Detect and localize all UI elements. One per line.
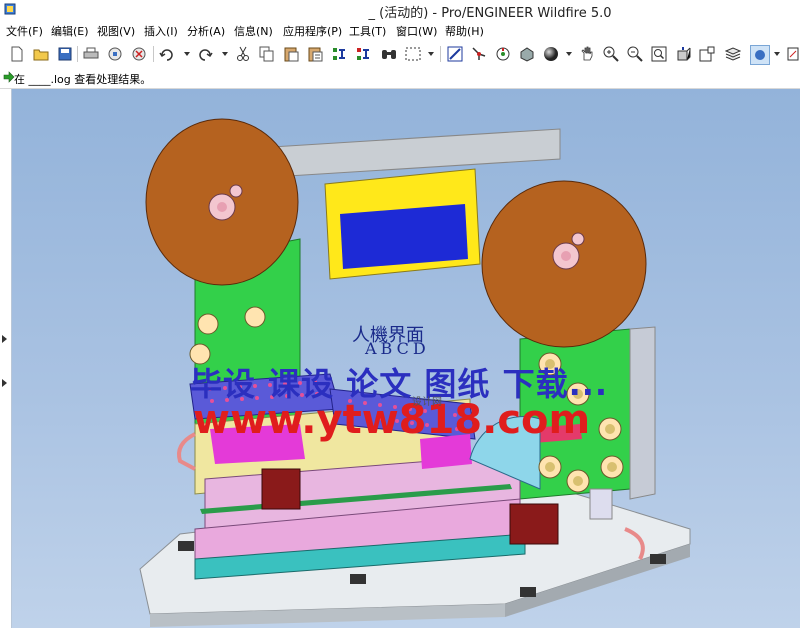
orientation-icon[interactable] (494, 45, 512, 63)
menu-bar: 文件(F) 编辑(E) 视图(V) 插入(I) 分析(A) 信息(N) 应用程序… (0, 20, 800, 40)
motor (509, 503, 559, 545)
copy-icon[interactable] (258, 45, 276, 63)
title-bar: _ (活动的) - Pro/ENGINEER Wildfire 5.0 (0, 0, 800, 21)
sketch-icon[interactable] (784, 45, 800, 63)
erase-icon[interactable] (130, 45, 148, 63)
foot (178, 541, 194, 551)
reorient-icon[interactable] (674, 45, 692, 63)
foot (350, 574, 366, 584)
display-style-icon[interactable] (750, 45, 770, 65)
watermark-url: www.ytw818.com (193, 397, 591, 443)
select-dropdown-icon[interactable] (428, 52, 434, 56)
save-icon[interactable] (56, 45, 74, 63)
toolbar (0, 40, 800, 69)
shading-dropdown-icon[interactable] (566, 52, 572, 56)
paste-icon[interactable] (282, 45, 300, 63)
left-reel (145, 118, 299, 286)
shading-icon[interactable] (542, 45, 560, 63)
zoom-in-icon[interactable] (602, 45, 620, 63)
menu-applications[interactable]: 应用程序(P) (283, 23, 342, 39)
menu-view[interactable]: 视图(V) (97, 23, 135, 39)
motor (261, 468, 301, 510)
graphics-viewport[interactable]: 人機界面 ABCD 毕设 课设 论文 图纸 下载... www.ytw818.c… (0, 89, 800, 628)
find-icon[interactable] (380, 45, 398, 63)
paste-special-icon[interactable] (306, 45, 324, 63)
open-icon[interactable] (32, 45, 50, 63)
menu-file[interactable]: 文件(F) (6, 23, 43, 39)
zoom-out-icon[interactable] (626, 45, 644, 63)
refit-icon[interactable] (650, 45, 668, 63)
bracket (589, 488, 613, 520)
repaint-icon[interactable] (446, 45, 464, 63)
message-area: 在 ____.log 查看处理结果。 (0, 68, 800, 89)
menu-tools[interactable]: 工具(T) (349, 23, 386, 39)
saved-views-icon[interactable] (518, 45, 536, 63)
toolbar-separator (77, 46, 78, 62)
menu-insert[interactable]: 插入(I) (144, 23, 178, 39)
spin-center-icon[interactable] (470, 45, 488, 63)
regen-manager-icon[interactable] (354, 45, 372, 63)
right-reel (481, 180, 647, 348)
pan-icon[interactable] (578, 45, 596, 63)
print-icon[interactable] (82, 45, 100, 63)
menu-help[interactable]: 帮助(H) (445, 23, 484, 39)
regenerate-icon[interactable] (330, 45, 348, 63)
message-text: 在 ____.log 查看处理结果。 (14, 73, 152, 86)
select-box-icon[interactable] (404, 45, 422, 63)
redo-dropdown-icon[interactable] (222, 52, 228, 56)
layers-icon[interactable] (724, 45, 742, 63)
redo-icon[interactable] (196, 45, 214, 63)
save-copy-icon[interactable] (106, 45, 124, 63)
undo-icon[interactable] (158, 45, 176, 63)
right-housing (629, 326, 656, 500)
panel-label-code: ABCD (365, 339, 430, 358)
undo-dropdown-icon[interactable] (184, 52, 190, 56)
toolbar-separator (153, 46, 154, 62)
window-title: _ (活动的) - Pro/ENGINEER Wildfire 5.0 (368, 6, 612, 21)
view-manager-icon[interactable] (698, 45, 716, 63)
foot (520, 587, 536, 597)
menu-analysis[interactable]: 分析(A) (187, 23, 225, 39)
menu-info[interactable]: 信息(N) (234, 23, 273, 39)
menu-edit[interactable]: 编辑(E) (51, 23, 89, 39)
new-icon[interactable] (8, 45, 26, 63)
menu-window[interactable]: 窗口(W) (396, 23, 437, 39)
foot (650, 554, 666, 564)
watermark-small: 设计网 (412, 397, 442, 408)
cut-icon[interactable] (234, 45, 252, 63)
display-screen (340, 204, 468, 269)
display-style-dropdown-icon[interactable] (774, 52, 780, 56)
toolbar-separator (440, 46, 441, 62)
